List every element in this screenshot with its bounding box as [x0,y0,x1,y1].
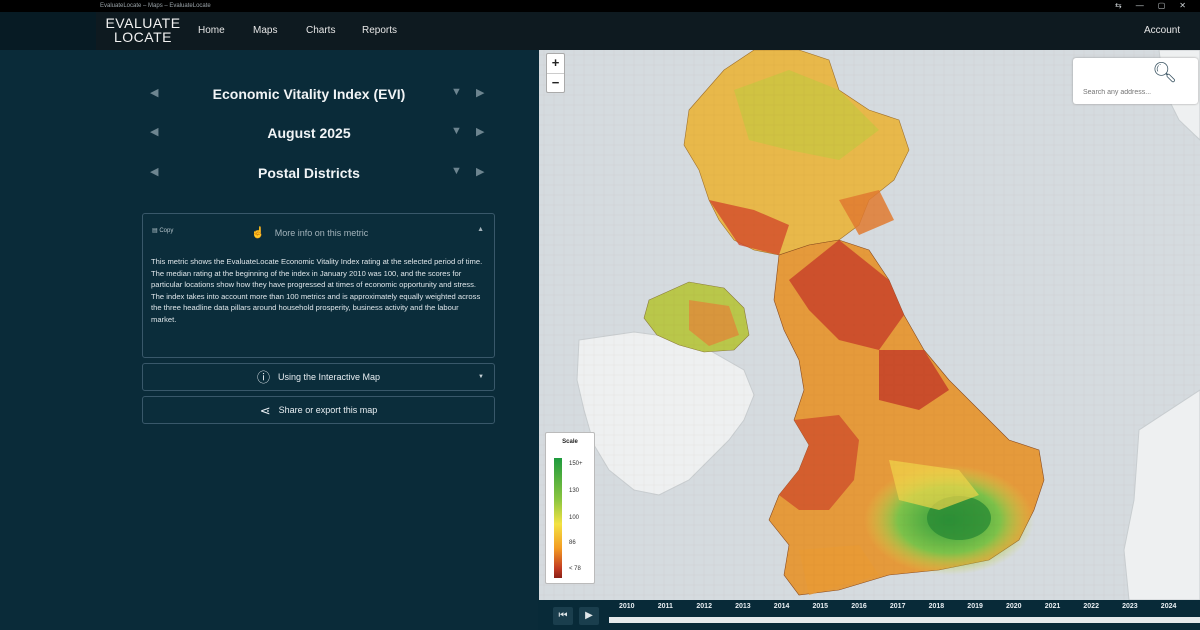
dropdown-arrow-icon[interactable]: ▼ [451,165,462,177]
share-export-label: Share or export this map [278,405,378,415]
copy-icon: ▤ [152,228,158,234]
zoom-control: + − [546,53,565,93]
next-arrow-icon[interactable]: ▶ [476,165,484,178]
prev-arrow-icon[interactable]: ◀ [150,165,158,178]
search-icon[interactable]: 🔍︎ [1152,60,1177,85]
timeline-year-2014[interactable]: 2014 [774,603,790,610]
nav-gutter [0,12,96,50]
timeline-year-2013[interactable]: 2013 [735,603,751,610]
restore-icon[interactable]: ▢ [1158,0,1166,12]
legend-tick: 130 [569,488,580,494]
timeline-year-2023[interactable]: 2023 [1122,603,1138,610]
nav-home[interactable]: Home [198,12,225,50]
period-selector-label: August 2025 [267,125,351,141]
next-arrow-icon[interactable]: ▶ [476,86,484,99]
legend-color-scale [554,458,562,578]
next-arrow-icon[interactable]: ▶ [476,125,484,138]
close-icon[interactable]: ✕ [1179,0,1186,12]
logo-line-1: EVALUATE [105,15,181,31]
map-legend: Scale 150+ 130 100 86 < 78 [545,432,595,584]
zoom-in-button[interactable]: + [547,54,564,74]
nav-maps[interactable]: Maps [253,12,277,50]
legend-tick: 86 [569,540,576,546]
logo-line-2: LOCATE [114,29,172,45]
timeline-year-2016[interactable]: 2016 [851,603,867,610]
nav-charts[interactable]: Charts [306,12,335,50]
os-title-bar: EvaluateLocate – Maps – EvaluateLocate ⇆… [0,0,1200,12]
timeline-year-2017[interactable]: 2017 [890,603,906,610]
more-info-toggle[interactable]: ☝ More info on this metric [251,226,368,239]
copy-button[interactable]: ▤ Copy [152,227,173,234]
copy-label: Copy [159,228,174,234]
collapse-caret-icon[interactable]: ▲ [477,226,484,233]
timeline-track[interactable] [609,617,1200,623]
metric-info-panel: ▤ Copy ☝ More info on this metric ▲ This … [142,213,495,358]
share-icon: ⋖ [259,402,271,418]
timeline-year-2015[interactable]: 2015 [813,603,829,610]
metric-description: This metric shows the EvaluateLocate Eco… [151,257,483,324]
address-search: 🔍︎ [1073,58,1198,104]
skip-start-button[interactable]: ⏮ [553,607,573,625]
timeline-year-2011[interactable]: 2011 [658,603,673,610]
geography-selector[interactable]: ◀ Postal Districts ▼ ▶ [150,160,488,186]
choropleth-map [539,50,1200,600]
timeline-year-2018[interactable]: 2018 [929,603,945,610]
play-button[interactable]: ▶ [579,607,599,625]
timeline-year-2022[interactable]: 2022 [1083,603,1099,610]
timeline-year-2021[interactable]: 2021 [1045,603,1061,610]
interactive-map-help-label: Using the Interactive Map [277,372,381,382]
more-info-label: More info on this metric [274,228,369,238]
time-slider: ⏮ ▶ 2010 2011 2012 2013 2014 2015 2016 2017 2018… [539,600,1200,630]
app-nav-bar: EVALUATE LOCATE Home Maps Charts Reports… [96,12,1200,50]
prev-arrow-icon[interactable]: ◀ [150,86,158,99]
dropdown-arrow-icon[interactable]: ▼ [451,86,462,98]
play-icon: ▶ [585,610,593,621]
metric-info-header[interactable]: ▤ Copy ☝ More info on this metric ▲ [143,214,494,252]
period-selector[interactable]: ◀ August 2025 ▼ ▶ [150,120,488,146]
address-search-input[interactable] [1081,85,1195,99]
legend-title: Scale [562,439,578,445]
metric-selector[interactable]: ◀ Economic Vitality Index (EVI) ▼ ▶ [150,81,488,107]
legend-tick: < 78 [569,566,581,572]
timeline-year-2020[interactable]: 2020 [1006,603,1022,610]
interactive-map-help-button[interactable]: ⓘ Using the Interactive Map ▼ [142,363,495,391]
map-canvas[interactable] [539,50,1200,600]
info-icon: ⓘ [256,369,270,385]
zoom-out-button[interactable]: − [547,74,564,93]
timeline-year-2010[interactable]: 2010 [619,603,635,610]
nav-reports[interactable]: Reports [362,12,397,50]
legend-tick: 100 [569,515,580,521]
share-export-button[interactable]: ⋖ Share or export this map [142,396,495,424]
prev-arrow-icon[interactable]: ◀ [150,125,158,138]
timeline-year-2012[interactable]: 2012 [696,603,712,610]
window-title: EvaluateLocate – Maps – EvaluateLocate [100,3,211,9]
nav-account[interactable]: Account [1144,12,1180,50]
geography-selector-label: Postal Districts [258,165,360,181]
legend-tick: 150+ [569,461,583,467]
skip-start-icon: ⏮ [558,610,568,621]
timeline-year-2019[interactable]: 2019 [967,603,983,610]
app-logo[interactable]: EVALUATE LOCATE [104,16,182,44]
pointer-icon: ☝ [251,227,265,239]
dropdown-arrow-icon[interactable]: ▼ [451,125,462,137]
timeline-year-2024[interactable]: 2024 [1161,603,1177,610]
metric-selector-label: Economic Vitality Index (EVI) [212,86,406,102]
expand-caret-icon: ▼ [478,374,484,380]
back-icon[interactable]: ⇆ [1115,0,1122,12]
minimize-icon[interactable]: — [1136,0,1144,12]
